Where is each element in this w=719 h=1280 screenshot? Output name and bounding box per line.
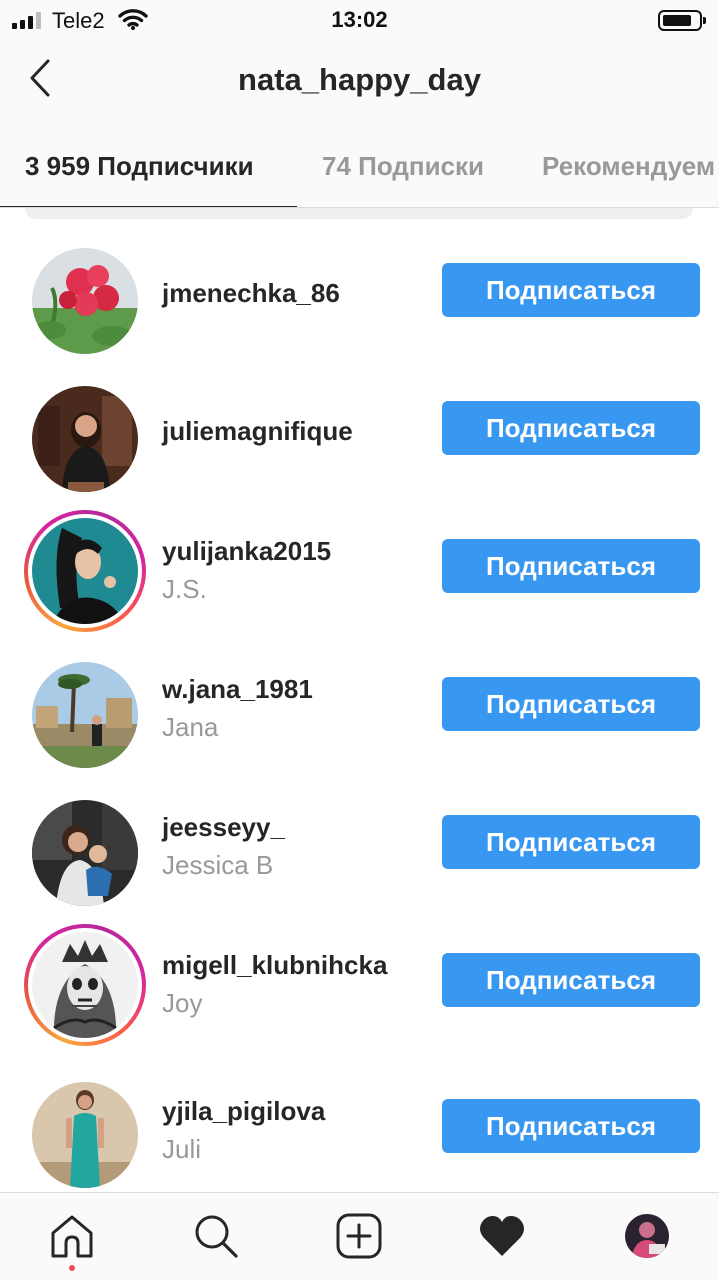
username[interactable]: jeesseyy_ [162,812,285,843]
full-name: Joy [162,988,203,1018]
avatar[interactable] [32,800,138,906]
list-item[interactable]: juliemagnifique Подписаться [0,358,719,496]
tab-suggested[interactable]: Рекомендуем [542,126,715,207]
follow-button[interactable]: Подписаться [442,1099,700,1153]
follow-button[interactable]: Подписаться [442,677,700,731]
username[interactable]: w.jana_1981 [162,674,313,705]
full-name: Jana [162,712,219,742]
battery-icon [658,10,706,31]
list-item[interactable]: yjila_pigilova Juli Подписаться [0,1054,719,1192]
nav-search[interactable] [191,1211,241,1261]
list-item[interactable]: migell_klubnihcka Joy Подписаться [0,910,719,1048]
username[interactable]: juliemagnifique [162,416,353,447]
tab-followers[interactable]: 3 959 Подписчики [0,126,297,207]
story-ring [24,924,146,1046]
avatar-container [24,240,146,362]
carrier-name: Tele2 [52,8,105,33]
full-name: Jessica B [162,850,274,880]
username[interactable]: jmenechka_86 [162,278,340,309]
avatar[interactable] [32,518,138,624]
profile-avatar-icon [625,1214,669,1258]
follow-button[interactable]: Подписаться [442,815,700,869]
nav-home[interactable] [47,1211,97,1261]
username[interactable]: migell_klubnihcka [162,950,387,981]
avatar-container [24,654,146,776]
chevron-left-icon [30,59,50,97]
wifi-icon [118,8,148,30]
follow-button[interactable]: Подписаться [442,401,700,455]
avatar-container [24,1074,146,1196]
story-ring [24,510,146,632]
avatar[interactable] [32,1082,138,1188]
follow-button[interactable]: Подписаться [442,263,700,317]
list-item[interactable]: w.jana_1981 Jana Подписаться [0,634,719,772]
list-item[interactable]: jmenechka_86 Подписаться [0,220,719,358]
username[interactable]: yjila_pigilova [162,1096,325,1127]
header: nata_happy_day [0,42,719,126]
heart-icon [480,1216,524,1256]
page-title: nata_happy_day [238,62,481,97]
avatar[interactable] [32,248,138,354]
search-icon [195,1215,238,1258]
add-post-icon [336,1213,382,1259]
full-name: Juli [162,1134,202,1164]
status-bar: Tele2 13:02 [0,0,719,42]
nav-profile[interactable] [622,1211,672,1261]
follow-button[interactable]: Подписаться [442,953,700,1007]
follow-button[interactable]: Подписаться [442,539,700,593]
nav-activity[interactable] [477,1211,527,1261]
list-item[interactable]: yulijanka2015 J.S. Подписаться [0,496,719,634]
home-icon [51,1215,93,1258]
nav-add-post[interactable] [334,1211,384,1261]
bottom-nav [0,1192,719,1280]
tab-following[interactable]: 74 Подписки [322,126,484,207]
cellular-signal-icon [12,11,41,29]
avatar-container [24,378,146,500]
status-time: 13:02 [331,7,388,32]
back-button[interactable] [18,56,62,100]
notification-dot [69,1265,75,1271]
full-name: J.S. [162,574,207,604]
username[interactable]: yulijanka2015 [162,536,331,567]
avatar[interactable] [32,932,138,1038]
avatar[interactable] [32,386,138,492]
list-item[interactable]: jeesseyy_ Jessica B Подписаться [0,772,719,910]
search-bar-edge [25,208,693,219]
tab-bar: 3 959 Подписчики 74 Подписки Рекомендуем [0,126,719,208]
avatar-container [24,792,146,914]
avatar[interactable] [32,662,138,768]
